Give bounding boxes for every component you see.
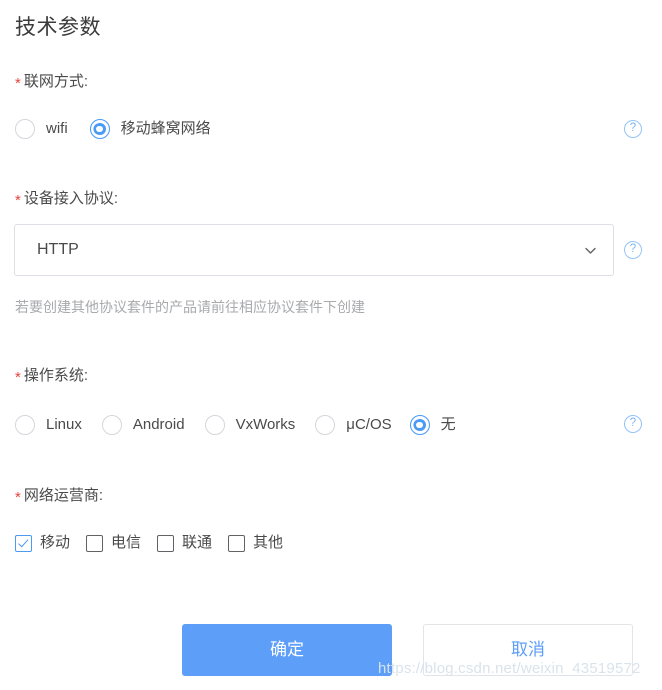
select-access-protocol[interactable]: HTTP (14, 224, 614, 276)
radio-circle-icon[interactable] (15, 415, 35, 435)
checkbox-label-other: 其他 (253, 534, 284, 551)
chevron-down-icon[interactable] (584, 244, 597, 257)
label-network-mode: * 联网方式: (15, 71, 88, 93)
radio-circle-selected-icon[interactable] (89, 119, 110, 139)
radio-label-none: 无 (440, 416, 456, 433)
required-asterisk-operating-system: * (15, 369, 21, 386)
checkbox-label-unicom: 联通 (182, 534, 213, 551)
page-title: 技术参数 (15, 16, 101, 39)
checkbox-operator-unicom[interactable]: 联通 (157, 534, 212, 552)
label-network-operator: * 网络运营商: (15, 485, 103, 507)
radio-os-none[interactable]: 无 (409, 415, 456, 435)
radio-circle-icon[interactable] (204, 415, 225, 435)
radio-group-network-mode: wifi 移动蜂窝网络 (15, 119, 211, 139)
radio-os-android[interactable]: Android (101, 415, 185, 435)
checkbox-label-mobile: 移动 (40, 534, 71, 551)
label-access-protocol: * 设备接入协议: (15, 188, 118, 210)
radio-label-android: Android (132, 416, 185, 433)
radio-label-cellular: 移动蜂窝网络 (120, 120, 211, 137)
label-access-protocol-text: 设备接入协议: (23, 190, 119, 207)
checkbox-operator-telecom[interactable]: 电信 (86, 534, 141, 552)
radio-network-mode-wifi[interactable]: wifi (15, 119, 68, 139)
required-asterisk-access-protocol: * (15, 192, 21, 209)
help-icon-access-protocol[interactable]: ? (624, 241, 642, 259)
radio-network-mode-cellular[interactable]: 移动蜂窝网络 (89, 119, 211, 139)
help-icon-network-mode[interactable]: ? (624, 120, 642, 138)
checkbox-icon[interactable] (86, 534, 104, 552)
radio-os-ucos[interactable]: μC/OS (315, 415, 392, 435)
checkbox-icon[interactable] (228, 534, 246, 552)
label-network-operator-text: 网络运营商: (23, 487, 104, 504)
radio-os-linux[interactable]: Linux (15, 415, 82, 435)
checkbox-group-network-operator: 移动 电信 联通 其他 (15, 534, 283, 552)
hint-access-protocol: 若要创建其他协议套件的产品请前往相应协议套件下创建 (15, 299, 365, 315)
radio-label-wifi: wifi (46, 120, 68, 137)
radio-circle-icon[interactable] (315, 415, 336, 435)
label-operating-system: * 操作系统: (15, 365, 88, 387)
radio-label-ucos: μC/OS (346, 416, 392, 433)
radio-label-vxworks: VxWorks (235, 416, 296, 433)
radio-circle-icon[interactable] (15, 119, 35, 139)
label-operating-system-text: 操作系统: (23, 367, 89, 384)
required-asterisk-network-operator: * (15, 489, 21, 506)
checkbox-icon[interactable] (157, 534, 175, 552)
radio-circle-icon[interactable] (101, 415, 122, 435)
checkbox-label-telecom: 电信 (111, 534, 142, 551)
radio-group-operating-system: Linux Android VxWorks μC/OS 无 (15, 415, 456, 435)
label-network-mode-text: 联网方式: (23, 73, 89, 90)
checkbox-operator-other[interactable]: 其他 (228, 534, 283, 552)
radio-label-linux: Linux (46, 416, 82, 433)
help-icon-operating-system[interactable]: ? (624, 415, 642, 433)
select-access-protocol-value: HTTP (37, 241, 79, 258)
checkbox-checked-icon[interactable] (15, 534, 32, 552)
checkbox-operator-mobile[interactable]: 移动 (15, 534, 70, 552)
confirm-button[interactable]: 确定 (182, 624, 392, 676)
radio-os-vxworks[interactable]: VxWorks (204, 415, 296, 435)
technical-parameters-form: 技术参数 * 联网方式: wifi 移动蜂窝网络 ? * 设备接入协议: HTTP … (0, 0, 662, 690)
radio-circle-selected-icon[interactable] (409, 415, 430, 435)
cancel-button[interactable]: 取消 (423, 624, 633, 676)
required-asterisk-network-mode: * (15, 75, 21, 92)
